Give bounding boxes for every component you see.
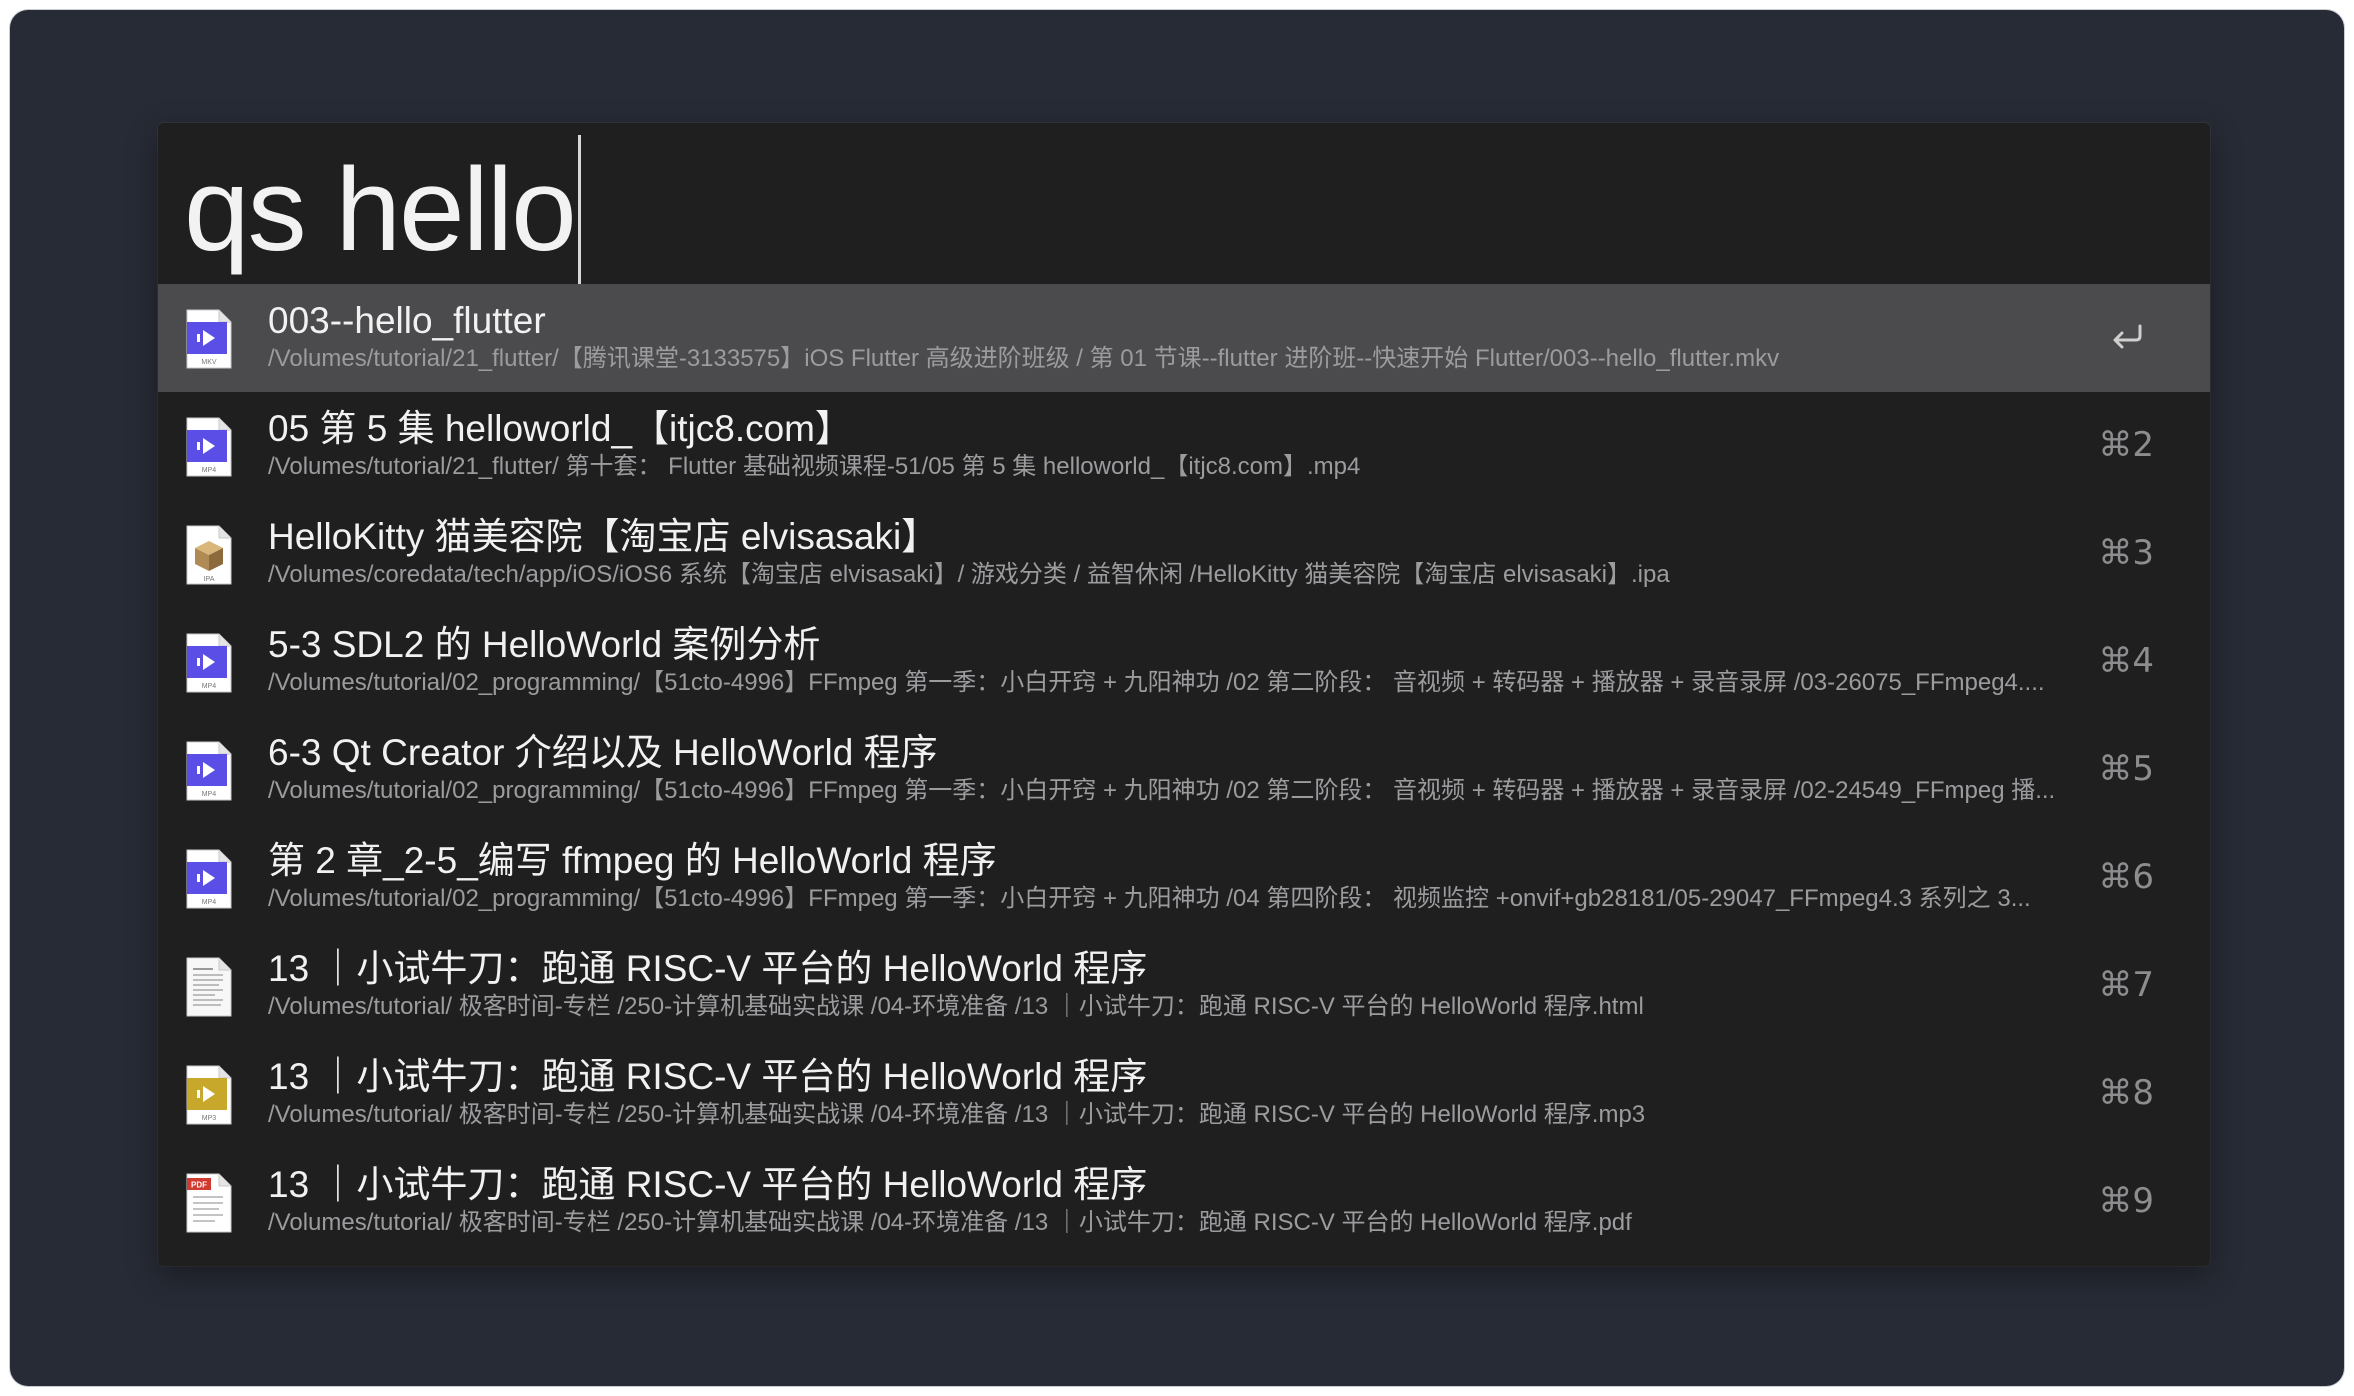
result-path: /Volumes/tutorial/ 极客时间-专栏 /250-计算机基础实战课… (268, 1209, 1632, 1236)
shortcut-hint: ⌘8 (2098, 1073, 2154, 1113)
result-item[interactable]: PDF 13 ｜小试牛刀：跑通 RISC-V 平台的 HelloWorld 程序… (158, 1148, 2210, 1256)
result-title: 6-3 Qt Creator 介绍以及 HelloWorld 程序 (268, 732, 938, 773)
result-path: /Volumes/tutorial/02_programming/【51cto-… (268, 669, 2045, 696)
html-document-icon (186, 957, 232, 1017)
search-query-text: qs hello (184, 144, 577, 276)
result-path: /Volumes/tutorial/ 极客时间-专栏 /250-计算机基础实战课… (268, 1101, 1646, 1128)
result-item[interactable]: MP4 5-3 SDL2 的 HelloWorld 案例分析 /Volumes/… (158, 608, 2210, 716)
file-type-label: IPA (204, 576, 215, 583)
result-title: 第 2 章_2-5_编写 ffmpeg 的 HelloWorld 程序 (268, 840, 997, 881)
file-type-label: PDF (191, 1181, 207, 1190)
file-type-label: MKV (201, 359, 217, 366)
result-title: 5-3 SDL2 的 HelloWorld 案例分析 (268, 624, 821, 665)
video-file-icon: MP4 (186, 417, 232, 477)
result-title: 13 ｜小试牛刀：跑通 RISC-V 平台的 HelloWorld 程序 (268, 948, 1148, 989)
text-caret (577, 135, 581, 285)
result-item[interactable]: MP4 6-3 Qt Creator 介绍以及 HelloWorld 程序 /V… (158, 716, 2210, 824)
result-path: /Volumes/tutorial/21_flutter/ 第十套： Flutt… (268, 453, 1361, 480)
result-item[interactable]: 13 ｜小试牛刀：跑通 RISC-V 平台的 HelloWorld 程序 /Vo… (158, 932, 2210, 1040)
result-item[interactable]: MP4 第 2 章_2-5_编写 ffmpeg 的 HelloWorld 程序 … (158, 824, 2210, 932)
video-file-icon: MP4 (186, 633, 232, 693)
result-title: HelloKitty 猫美容院【淘宝店 elvisasaki】 (268, 516, 939, 557)
result-item[interactable]: IPA HelloKitty 猫美容院【淘宝店 elvisasaki】 /Vol… (158, 500, 2210, 608)
file-type-label: MP4 (202, 467, 217, 474)
shortcut-hint: ⌘3 (2098, 533, 2154, 573)
result-item[interactable]: MP4 05 第 5 集 helloworld_【itjc8.com】 /Vol… (158, 392, 2210, 500)
result-path: /Volumes/tutorial/21_flutter/【腾讯课堂-31335… (268, 345, 1780, 372)
file-type-label: MP4 (202, 899, 217, 906)
desktop-background: qs hello MKV 003--hello_flutter /Volumes… (10, 10, 2344, 1386)
result-title: 13 ｜小试牛刀：跑通 RISC-V 平台的 HelloWorld 程序 (268, 1164, 1148, 1205)
result-path: /Volumes/tutorial/ 极客时间-专栏 /250-计算机基础实战课… (268, 993, 1644, 1020)
search-bar[interactable]: qs hello (158, 123, 2210, 285)
result-title: 05 第 5 集 helloworld_【itjc8.com】 (268, 408, 852, 449)
ipa-package-icon: IPA (186, 525, 232, 585)
video-file-icon: MP4 (186, 849, 232, 909)
results-list: MKV 003--hello_flutter /Volumes/tutorial… (158, 284, 2210, 1256)
shortcut-hint: ⌘5 (2098, 749, 2154, 789)
file-type-label: MP4 (202, 791, 217, 798)
result-title: 13 ｜小试牛刀：跑通 RISC-V 平台的 HelloWorld 程序 (268, 1056, 1148, 1097)
result-item[interactable]: MKV 003--hello_flutter /Volumes/tutorial… (158, 284, 2210, 392)
shortcut-hint: ⌘9 (2098, 1181, 2154, 1221)
result-path: /Volumes/coredata/tech/app/iOS/iOS6 系统【淘… (268, 561, 1670, 588)
video-file-icon: MP4 (186, 741, 232, 801)
result-title: 003--hello_flutter (268, 300, 546, 341)
launcher-window: qs hello MKV 003--hello_flutter /Volumes… (158, 123, 2210, 1266)
result-path: /Volumes/tutorial/02_programming/【51cto-… (268, 885, 2031, 912)
search-input[interactable]: qs hello (184, 135, 581, 285)
pdf-document-icon: PDF (186, 1173, 232, 1233)
file-type-label: MP3 (202, 1115, 217, 1122)
shortcut-hint: ⌘7 (2098, 965, 2154, 1005)
shortcut-hint: ⌘6 (2098, 857, 2154, 897)
file-type-label: MP4 (202, 683, 217, 690)
result-item[interactable]: MP3 13 ｜小试牛刀：跑通 RISC-V 平台的 HelloWorld 程序… (158, 1040, 2210, 1148)
enter-key-icon (2113, 324, 2142, 349)
shortcut-hint: ⌘2 (2098, 425, 2154, 465)
result-path: /Volumes/tutorial/02_programming/【51cto-… (268, 777, 2056, 804)
audio-file-icon: MP3 (186, 1065, 232, 1125)
shortcut-hint: ⌘4 (2098, 641, 2154, 681)
video-file-icon: MKV (186, 309, 232, 369)
